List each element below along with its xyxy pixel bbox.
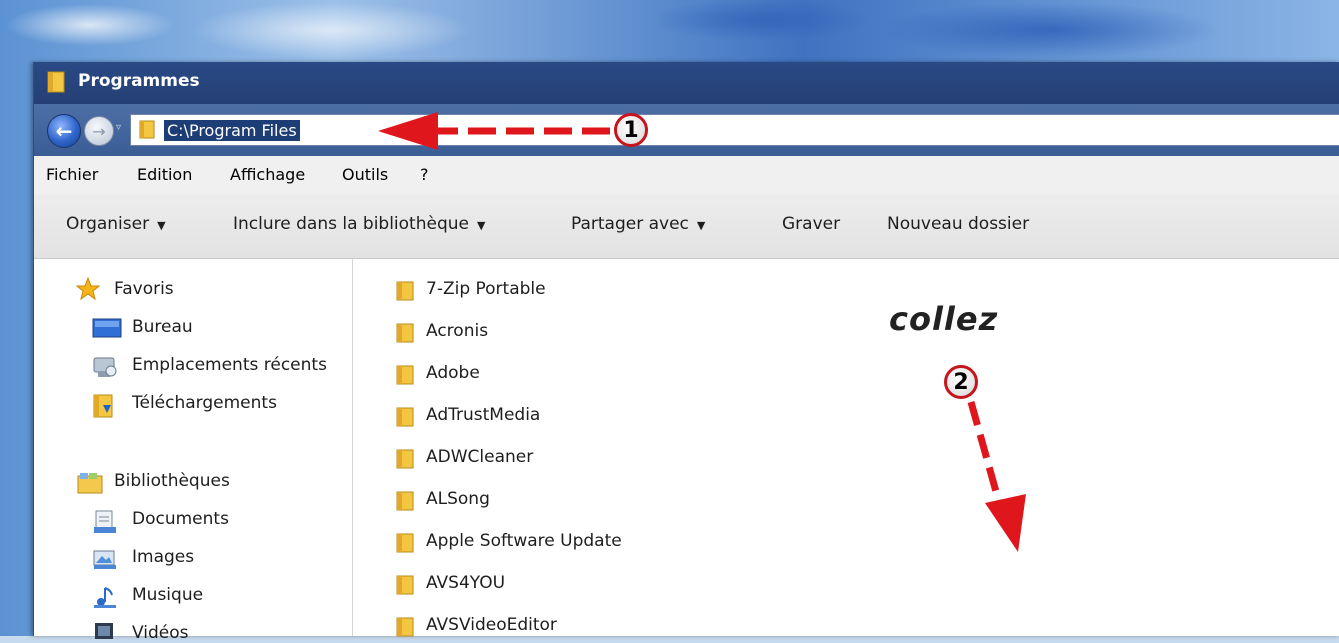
images-icon	[93, 550, 116, 569]
folder-icon	[396, 281, 414, 301]
folder-name: AVSVideoEditor	[426, 615, 557, 635]
folder-name: Acronis	[426, 321, 489, 341]
recent-places-icon	[93, 357, 117, 377]
organize-label: Organiser	[66, 214, 150, 234]
folder-icon	[396, 533, 414, 553]
address-toolbar: ← → ▿ C:\Program Files	[34, 104, 1339, 156]
annotation-badge-2: 2	[944, 365, 978, 399]
share-with-button[interactable]: Partager avec ▼	[571, 214, 705, 234]
sidebar-item-music[interactable]: Musique	[132, 585, 203, 605]
command-bar: Organiser ▼ Inclure dans la bibliothèque ▼…	[34, 194, 1339, 259]
sidebar-item-recent-places[interactable]: Emplacements récents	[132, 355, 327, 375]
folder-icon	[139, 120, 155, 139]
folder-icon	[47, 71, 65, 93]
menu-view[interactable]: Affichage	[230, 165, 305, 184]
folder-name: AdTrustMedia	[426, 405, 541, 425]
organize-button[interactable]: Organiser ▼	[66, 214, 166, 234]
caret-down-icon: ▼	[157, 219, 166, 232]
folder-icon	[396, 407, 414, 427]
menu-edit[interactable]: Edition	[137, 165, 192, 184]
title-bar[interactable]: Programmes	[34, 62, 1339, 104]
arrow-left-icon: ←	[55, 119, 73, 143]
recent-pages-dropdown[interactable]: ▿	[116, 122, 121, 133]
include-library-button[interactable]: Inclure dans la bibliothèque ▼	[233, 214, 485, 234]
folder-icon	[396, 617, 414, 637]
menu-file[interactable]: Fichier	[46, 165, 98, 184]
menu-bar: Fichier Edition Affichage Outils ?	[34, 156, 1339, 194]
arrow-right-icon: →	[92, 121, 106, 141]
annotation-badge-1: 1	[614, 113, 648, 147]
caret-down-icon: ▼	[476, 219, 486, 232]
include-library-label: Inclure dans la bibliothèque	[233, 214, 469, 234]
sidebar-item-documents[interactable]: Documents	[132, 509, 229, 529]
back-button[interactable]: ←	[47, 114, 81, 148]
folder-name: ALSong	[426, 489, 490, 509]
burn-button[interactable]: Graver	[782, 214, 840, 234]
file-list: 7-Zip Portable Acronis Adobe AdTrustMedi…	[356, 259, 1339, 637]
sidebar-item-desktop[interactable]: Bureau	[132, 317, 193, 337]
explorer-window: Programmes ← → ▿ C:\Program Files Fichie…	[33, 62, 1339, 643]
menu-tools[interactable]: Outils	[342, 165, 388, 184]
downloads-icon	[93, 394, 113, 418]
navigation-pane: Favoris Bureau Emplacements récents Télé…	[34, 259, 353, 643]
folder-icon	[396, 449, 414, 469]
forward-button[interactable]: →	[84, 116, 114, 146]
address-field[interactable]: C:\Program Files	[130, 114, 1339, 146]
folder-name: 7-Zip Portable	[426, 279, 546, 299]
desktop-icon	[92, 318, 122, 338]
folder-icon	[396, 365, 414, 385]
new-folder-button[interactable]: Nouveau dossier	[887, 214, 1029, 234]
sidebar-item-images[interactable]: Images	[132, 547, 194, 567]
window-title: Programmes	[78, 71, 200, 91]
music-icon	[94, 587, 116, 608]
videos-icon	[95, 623, 113, 639]
sidebar-item-favorites[interactable]: Favoris	[114, 279, 174, 299]
folder-name: ADWCleaner	[426, 447, 534, 467]
folder-name: Adobe	[426, 363, 480, 383]
star-icon	[76, 277, 100, 301]
sidebar-item-videos[interactable]: Vidéos	[132, 623, 189, 643]
folder-name: Apple Software Update	[426, 531, 622, 551]
folder-name: AVS4YOU	[426, 573, 506, 593]
libraries-icon	[77, 473, 103, 494]
address-path[interactable]: C:\Program Files	[164, 120, 300, 141]
sidebar-item-downloads[interactable]: Téléchargements	[132, 393, 277, 413]
chevron-down-icon: ▿	[116, 122, 122, 133]
folder-icon	[396, 491, 414, 511]
sidebar-item-libraries[interactable]: Bibliothèques	[114, 471, 230, 491]
documents-icon	[94, 510, 116, 533]
annotation-paste-hint: collez	[889, 300, 999, 338]
folder-icon	[396, 323, 414, 343]
folder-icon	[396, 575, 414, 595]
menu-help[interactable]: ?	[420, 165, 429, 184]
caret-down-icon: ▼	[696, 219, 706, 232]
share-with-label: Partager avec	[571, 214, 689, 234]
